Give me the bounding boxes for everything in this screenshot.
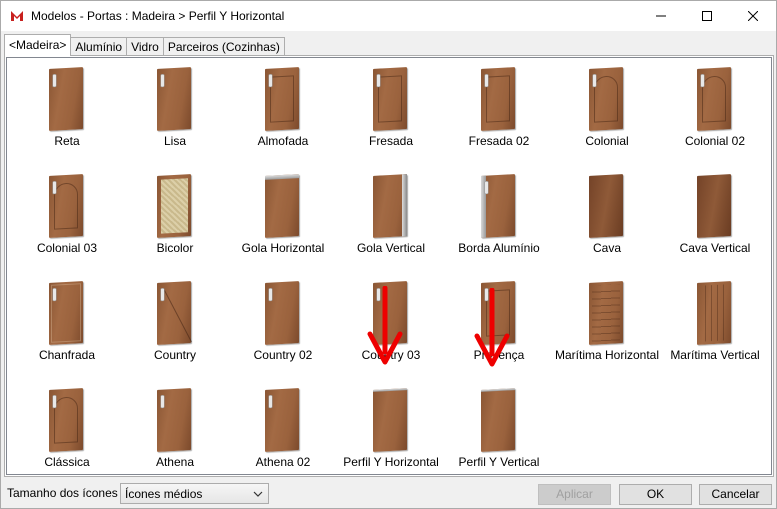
tab-madeira[interactable]: <Madeira> xyxy=(4,34,72,56)
door-thumbnail-icon xyxy=(265,174,301,239)
model-item[interactable]: Almofada xyxy=(229,64,337,164)
model-label: Colonial 03 xyxy=(36,241,98,255)
door-thumbnail-icon xyxy=(589,281,625,346)
model-label: Colonial 02 xyxy=(684,134,746,148)
door-thumbnail-icon xyxy=(265,388,301,453)
model-label: Lisa xyxy=(163,134,186,148)
door-thumbnail-icon xyxy=(589,174,625,239)
maximize-icon xyxy=(702,11,712,21)
model-item[interactable]: Chanfrada xyxy=(13,278,121,378)
door-thumbnail-icon xyxy=(373,388,409,453)
model-item[interactable]: Marítima Vertical xyxy=(661,278,769,378)
door-thumbnail-icon xyxy=(589,67,625,132)
model-item[interactable]: Colonial xyxy=(553,64,661,164)
minimize-icon xyxy=(656,15,666,17)
model-label: Borda Alumínio xyxy=(458,241,540,255)
model-item[interactable]: Colonial 02 xyxy=(661,64,769,164)
models-dialog: Modelos - Portas : Madeira > Perfil Y Ho… xyxy=(0,0,777,509)
door-thumbnail-icon xyxy=(49,281,85,346)
model-label: Chanfrada xyxy=(38,348,96,362)
tab-aluminio[interactable]: Alumínio xyxy=(70,37,128,56)
annotation-arrow-icon xyxy=(367,286,403,365)
model-label: Country 02 xyxy=(253,348,313,362)
model-item[interactable]: Gola Vertical xyxy=(337,171,445,271)
window-title: Modelos - Portas : Madeira > Perfil Y Ho… xyxy=(31,9,285,23)
ok-button[interactable]: OK xyxy=(619,484,692,505)
model-label: Clássica xyxy=(44,455,90,469)
door-thumbnail-icon xyxy=(697,174,733,239)
door-thumbnail-icon xyxy=(157,281,193,346)
door-thumbnail-icon xyxy=(49,67,85,132)
model-label: Athena xyxy=(155,455,195,469)
models-list[interactable]: Reta Lisa Almofada Fresada Fresada 02 Colonia… xyxy=(6,57,772,475)
model-item[interactable]: Perfil Y Horizontal xyxy=(337,385,445,485)
door-thumbnail-icon xyxy=(697,67,733,132)
door-thumbnail-icon xyxy=(157,67,193,132)
close-icon xyxy=(748,11,758,21)
model-item[interactable]: Athena xyxy=(121,385,229,485)
model-item[interactable]: Lisa xyxy=(121,64,229,164)
cancel-button[interactable]: Cancelar xyxy=(699,484,772,505)
model-item[interactable]: Cava Vertical xyxy=(661,171,769,271)
chevron-down-icon xyxy=(253,491,263,497)
tab-vidro[interactable]: Vidro xyxy=(126,37,164,56)
maximize-button[interactable] xyxy=(684,1,730,31)
model-item[interactable]: Fresada xyxy=(337,64,445,164)
door-thumbnail-icon xyxy=(481,67,517,132)
door-thumbnail-icon xyxy=(265,67,301,132)
door-thumbnail-icon xyxy=(697,281,733,346)
annotation-arrow-icon xyxy=(474,288,510,367)
model-label: Athena 02 xyxy=(255,455,311,469)
model-item[interactable]: Reta xyxy=(13,64,121,164)
icon-size-select[interactable]: Ícones médios xyxy=(120,483,269,504)
model-label: Gola Horizontal xyxy=(241,241,325,255)
app-logo-icon xyxy=(9,8,25,24)
icon-size-value: Ícones médios xyxy=(125,487,203,501)
model-label: Cava xyxy=(592,241,621,255)
model-label: Perfil Y Horizontal xyxy=(343,455,439,469)
tab-parceiros[interactable]: Parceiros (Cozinhas) xyxy=(162,37,285,56)
model-item[interactable]: Country 02 xyxy=(229,278,337,378)
model-item[interactable]: Gola Horizontal xyxy=(229,171,337,271)
door-thumbnail-icon xyxy=(49,388,85,453)
apply-button[interactable]: Aplicar xyxy=(538,484,611,505)
model-item[interactable]: Fresada 02 xyxy=(445,64,553,164)
door-thumbnail-icon xyxy=(373,174,409,239)
model-item[interactable]: Bicolor xyxy=(121,171,229,271)
model-label: Almofada xyxy=(257,134,309,148)
door-thumbnail-icon xyxy=(157,388,193,453)
model-item[interactable]: Athena 02 xyxy=(229,385,337,485)
minimize-button[interactable] xyxy=(638,1,684,31)
model-label: Marítima Horizontal xyxy=(554,348,660,362)
model-item[interactable]: Colonial 03 xyxy=(13,171,121,271)
models-pane: Reta Lisa Almofada Fresada Fresada 02 Colonia… xyxy=(4,55,774,477)
door-thumbnail-icon xyxy=(481,174,517,239)
model-label: Gola Vertical xyxy=(356,241,426,255)
title-bar: Modelos - Portas : Madeira > Perfil Y Ho… xyxy=(1,1,776,31)
model-item[interactable]: Cava xyxy=(553,171,661,271)
model-item[interactable]: Perfil Y Vertical xyxy=(445,385,553,485)
dialog-footer: Tamanho dos ícones Ícones médios Aplicar… xyxy=(1,479,776,509)
door-thumbnail-icon xyxy=(265,281,301,346)
category-tabs: <Madeira> Alumínio Vidro Parceiros (Cozi… xyxy=(4,34,285,56)
model-label: Fresada 02 xyxy=(468,134,530,148)
close-button[interactable] xyxy=(730,1,776,31)
model-label: Reta xyxy=(54,134,80,148)
model-item[interactable]: Borda Alumínio xyxy=(445,171,553,271)
door-thumbnail-icon xyxy=(481,388,517,453)
model-label: Fresada xyxy=(368,134,414,148)
door-thumbnail-icon xyxy=(373,67,409,132)
door-thumbnail-icon xyxy=(49,174,85,239)
model-label: Cava Vertical xyxy=(679,241,751,255)
model-label: Country xyxy=(153,348,197,362)
model-item[interactable]: Country xyxy=(121,278,229,378)
model-label: Colonial xyxy=(585,134,629,148)
icon-size-label: Tamanho dos ícones xyxy=(7,486,118,500)
model-label: Bicolor xyxy=(156,241,194,255)
door-thumbnail-icon xyxy=(157,174,193,239)
model-item[interactable]: Clássica xyxy=(13,385,121,485)
model-label: Perfil Y Vertical xyxy=(458,455,540,469)
model-label: Marítima Vertical xyxy=(670,348,760,362)
model-item[interactable]: Marítima Horizontal xyxy=(553,278,661,378)
